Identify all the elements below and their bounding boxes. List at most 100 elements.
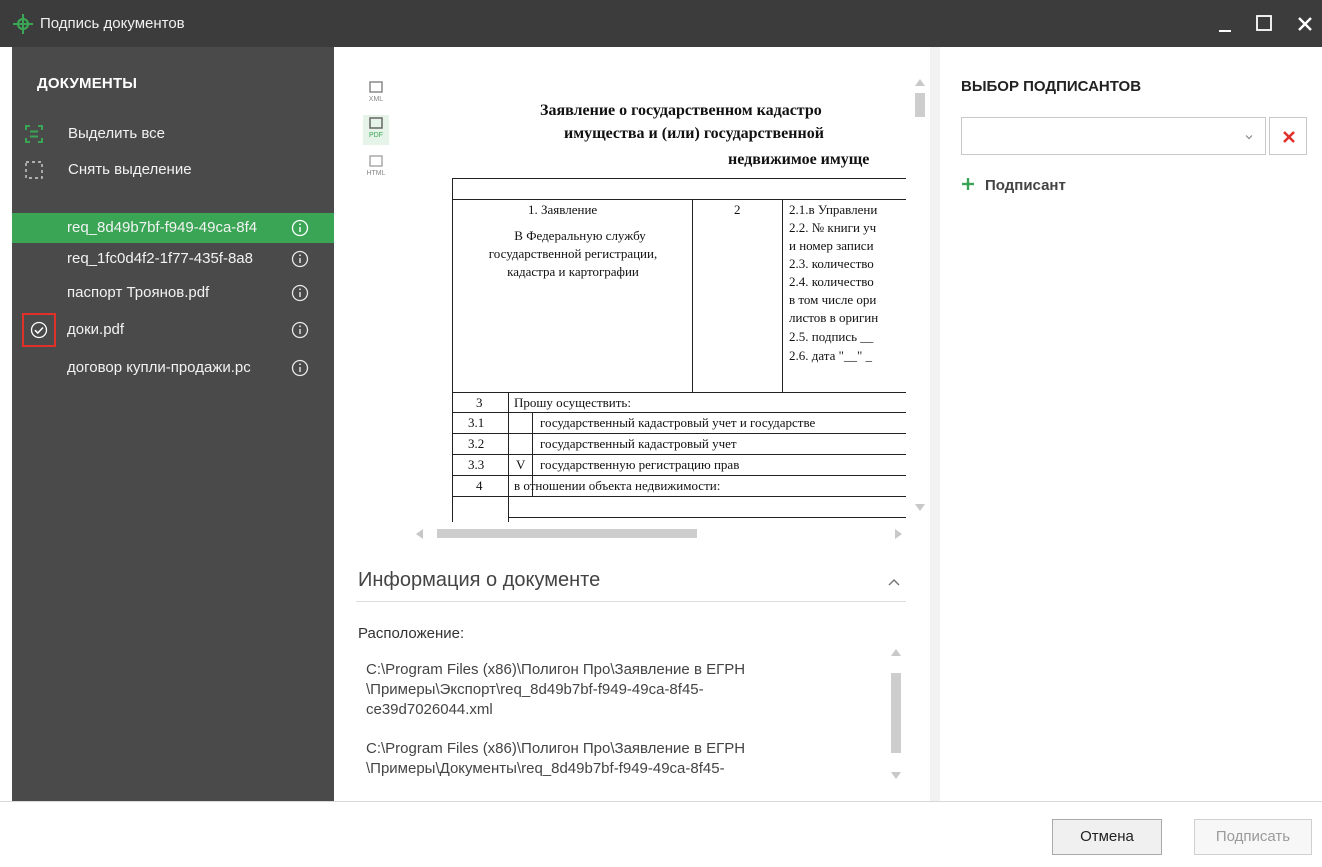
checkmark-circle-icon [30,321,48,339]
format-html-button[interactable]: HTML [363,153,389,183]
window-title: Подпись документов [40,15,185,32]
scroll-up-icon[interactable] [914,77,926,87]
info-icon[interactable] [291,321,309,339]
section1-label: 1. Заявление [528,202,598,217]
signers-panel: ВЫБОР ПОДПИСАНТОВ Подписант [940,47,1322,801]
scroll-thumb[interactable] [437,529,697,538]
document-item-label: договор купли-продажи.рс [67,359,251,376]
section2-label: 2 [734,202,741,217]
row-number: 3.3 [468,457,485,472]
preview-vertical-scrollbar[interactable] [910,77,930,517]
section4-text: в отношении объекта недвижимости: [514,478,721,493]
scroll-thumb[interactable] [915,93,925,117]
section2-text: и номер записи [789,238,874,253]
location-label: Расположение: [358,625,465,642]
doc-title-line: недвижимое имуще [728,151,870,168]
path-line: \Примеры\Экспорт\req_8d49b7bf-f949-49ca-… [366,681,704,698]
doc-title-line: Заявление о государственном кадастро [540,102,822,119]
dialog-footer: Отмена Подписать [0,801,1322,867]
document-item-0[interactable]: req_8d49b7bf-f949-49ca-8f4 [12,213,334,243]
chevron-up-icon[interactable] [886,574,902,590]
row-text: государственный кадастровый учет [540,436,737,451]
format-pdf-button[interactable]: PDF [363,115,389,145]
document-item-2[interactable]: паспорт Троянов.pdf [12,278,334,308]
app-logo-icon [13,14,33,34]
section3-text: Прошу осуществить: [514,395,631,410]
info-icon[interactable] [291,359,309,377]
section1-text: В Федеральную службу [514,228,646,243]
add-signer-button[interactable]: Подписант [961,175,1141,197]
panel-splitter[interactable] [930,47,940,801]
plus-icon [962,178,974,190]
select-all-button[interactable]: Выделить все [25,122,315,146]
remove-x-icon [1283,131,1295,143]
section2-text: 2.2. № книги уч [789,220,877,235]
scroll-thumb[interactable] [891,673,901,753]
deselect-label: Снять выделение [68,161,192,178]
info-icon[interactable] [291,284,309,302]
section2-text: 2.4. количество [789,274,874,289]
deselect-icon [25,161,43,179]
remove-signer-button[interactable] [1269,117,1307,155]
minimize-icon[interactable] [1211,9,1241,39]
maximize-icon[interactable] [1250,9,1280,39]
pdf-preview: Заявление о государственном кадастро иму… [428,67,906,522]
row-text: государственную регистрацию прав [540,457,740,472]
document-item-3[interactable]: доки.pdf [12,313,334,347]
document-item-label: req_8d49b7bf-f949-49ca-8f4 [67,219,258,236]
scroll-left-icon[interactable] [414,528,424,540]
section2-text: 2.1.в Управлени [789,202,878,217]
path-line: \Примеры\Документы\req_8d49b7bf-f949-49c… [366,760,725,777]
documents-heading: ДОКУМЕНТЫ [37,75,138,92]
format-label: HTML [366,170,386,177]
scroll-down-icon[interactable] [914,503,926,513]
scroll-up-icon[interactable] [890,647,902,657]
document-info-title: Информация о документе [358,569,601,591]
info-icon[interactable] [291,250,309,268]
xml-file-icon [369,81,383,93]
location-path: C:\Program Files (x86)\Полигон Про\Заявл… [366,739,806,779]
scroll-down-icon[interactable] [890,771,902,781]
section2-text: 2.5. подпись __ [789,329,874,344]
document-checkbox[interactable] [22,313,56,347]
info-icon[interactable] [291,219,309,237]
html-file-icon [369,155,383,167]
section2-text: в том числе ори [789,292,877,307]
add-signer-label: Подписант [985,177,1066,194]
row-number: 3.1 [468,415,485,430]
document-item-label: доки.pdf [67,321,125,338]
sign-documents-window: Подпись документов ДОКУМЕНТЫ Выделить вс… [0,0,1322,867]
path-line: C:\Program Files (x86)\Полигон Про\Заявл… [366,740,746,757]
doc-title-line: имущества и (или) государственной [564,125,824,142]
format-label: PDF [369,132,383,139]
preview-horizontal-scrollbar[interactable] [410,525,910,541]
sign-button[interactable]: Подписать [1194,819,1312,855]
close-icon[interactable] [1290,9,1320,39]
row-text: государственный кадастровый учет и госуд… [540,415,816,430]
section3-number: 3 [476,395,483,410]
section2-text: 2.6. дата "__" _ [789,348,873,363]
format-label: XML [368,96,384,103]
row-mark: V [516,457,526,472]
scroll-right-icon[interactable] [894,528,904,540]
location-path: C:\Program Files (x86)\Полигон Про\Заявл… [366,660,806,720]
section1-text: кадастра и картографии [507,264,639,279]
signer-dropdown[interactable] [961,117,1266,155]
row-number: 3.2 [468,436,485,451]
format-xml-button[interactable]: XML [363,79,389,109]
info-vertical-scrollbar[interactable] [888,647,904,797]
section1-text: государственной регистрации, [488,246,658,261]
signers-heading: ВЫБОР ПОДПИСАНТОВ [961,78,1142,95]
document-item-1[interactable]: req_1fc0d4f2-1f77-435f-8a8 [12,244,334,274]
document-item-4[interactable]: договор купли-продажи.рс [12,353,334,383]
chevron-down-icon [1245,135,1253,140]
select-all-icon [25,125,43,143]
deselect-button[interactable]: Снять выделение [25,158,315,182]
pdf-file-icon [369,117,383,129]
cancel-button[interactable]: Отмена [1052,819,1162,855]
documents-sidebar: ДОКУМЕНТЫ Выделить все Снять выделение r… [12,47,334,801]
path-line: ce39d7026044.xml [366,701,493,718]
section4-number: 4 [476,478,483,493]
path-line: C:\Program Files (x86)\Полигон Про\Заявл… [366,661,746,678]
title-bar: Подпись документов [0,0,1322,47]
